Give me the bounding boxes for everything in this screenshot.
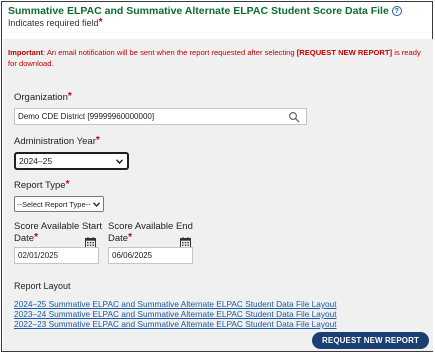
important-label: Important (8, 48, 44, 57)
page-title-text: Summative ELPAC and Summative Alternate … (8, 5, 389, 17)
required-star: * (95, 135, 100, 146)
end-date-label-line2: Date (108, 233, 129, 244)
end-date-value: 06/06/2025 (112, 251, 153, 260)
request-new-report-button[interactable]: REQUEST NEW REPORT (312, 332, 429, 349)
chevron-down-icon (93, 202, 100, 207)
required-note-text: Indicates required field (8, 18, 99, 28)
report-type-value: --Select Report Type-- (17, 199, 91, 209)
admin-year-select[interactable]: 2024–25 (14, 152, 129, 170)
help-icon[interactable]: ? (391, 6, 402, 16)
required-star: * (67, 91, 72, 102)
chevron-down-icon (116, 159, 123, 164)
required-star: * (128, 232, 132, 243)
required-star: * (65, 179, 70, 190)
organization-label-text: Organization (14, 92, 68, 103)
important-notice: Important: An email notification will be… (8, 48, 426, 69)
required-star: * (34, 232, 38, 243)
layout-link-2024-25[interactable]: 2024–25 Summative ELPAC and Summative Al… (14, 299, 337, 309)
page-title: Summative ELPAC and Summative Alternate … (8, 5, 402, 17)
admin-year-label: Administration Year* (14, 135, 100, 148)
report-layout-label: Report Layout (14, 281, 71, 291)
start-date-input[interactable]: 02/01/2025 (14, 247, 99, 264)
notice-text-before: : An email notification will be sent whe… (43, 48, 297, 57)
organization-search-input[interactable]: Demo CDE District [99999960000000] (14, 108, 307, 125)
start-date-label-line1: Score Available Start (14, 221, 103, 232)
report-panel: Summative ELPAC and Summative Alternate … (1, 1, 433, 352)
organization-value: Demo CDE District [99999960000000] (18, 112, 155, 121)
notice-action: [REQUEST NEW REPORT] (296, 48, 393, 57)
report-type-select[interactable]: --Select Report Type-- (14, 196, 104, 212)
start-date-value: 02/01/2025 (18, 251, 59, 260)
required-star: * (98, 17, 103, 28)
report-type-label-text: Report Type (14, 180, 66, 191)
report-type-label: Report Type* (14, 179, 70, 192)
start-date-label-line2: Date (14, 233, 35, 244)
organization-label: Organization* (14, 91, 72, 104)
search-icon[interactable] (288, 111, 300, 123)
layout-link-2023-24[interactable]: 2023–24 Summative ELPAC and Summative Al… (14, 309, 337, 319)
admin-year-value: 2024–25 (19, 156, 53, 166)
required-field-note: Indicates required field* (8, 17, 103, 29)
end-date-label-line1: Score Available End (108, 221, 193, 232)
layout-link-2022-23[interactable]: 2022–23 Summative ELPAC and Summative Al… (14, 319, 337, 329)
admin-year-label-text: Administration Year (14, 136, 96, 147)
end-date-input[interactable]: 06/06/2025 (108, 247, 193, 264)
